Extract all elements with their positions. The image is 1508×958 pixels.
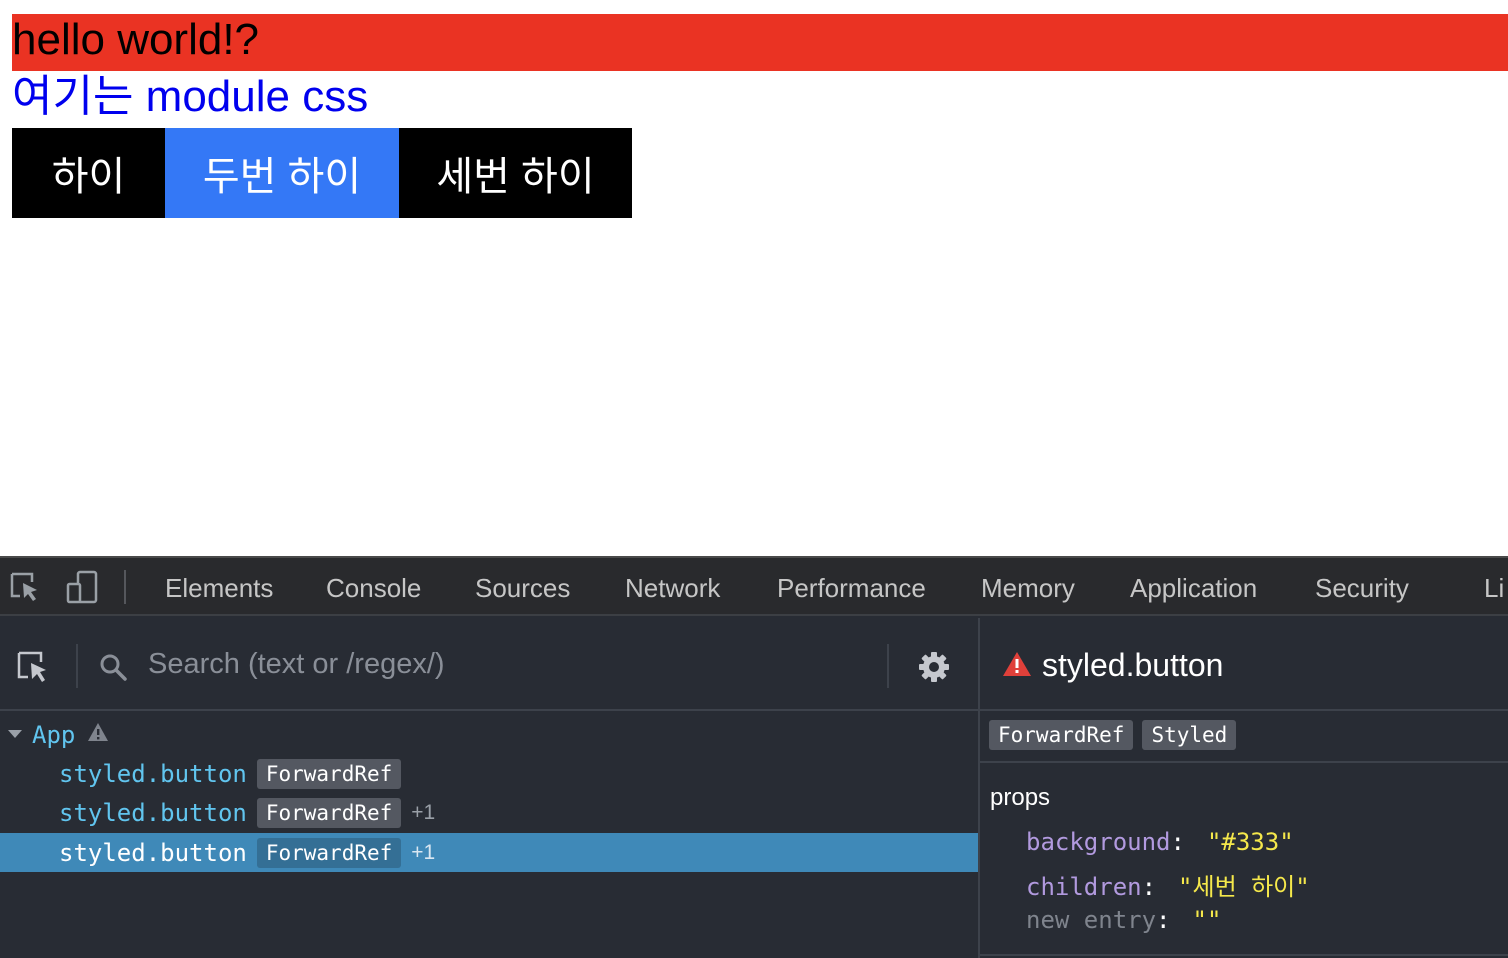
search-icon: [98, 652, 128, 682]
tree-row-app[interactable]: App: [0, 715, 978, 754]
inspect-element-icon[interactable]: [8, 570, 42, 604]
component-name: styled.button: [59, 798, 247, 827]
forwardref-badge: ForwardRef: [989, 720, 1134, 750]
hoc-badge: ForwardRef: [256, 758, 402, 789]
inspector-badges: ForwardRef Styled: [989, 720, 1237, 750]
prop-value[interactable]: "세번 하이": [1178, 873, 1310, 901]
props-section-label: props: [990, 784, 1051, 811]
hi-twice-button[interactable]: 두번 하이: [165, 128, 399, 218]
prop-key: background: [1026, 828, 1171, 856]
tab-security[interactable]: Security: [1315, 558, 1409, 616]
select-component-icon[interactable]: [16, 650, 50, 684]
tab-elements[interactable]: Elements: [165, 558, 273, 616]
inspected-component-title: styled.button: [1042, 647, 1224, 683]
tab-network[interactable]: Network: [625, 558, 720, 616]
component-name: styled.button: [59, 838, 247, 867]
hi-button[interactable]: 하이: [12, 128, 165, 218]
error-warning-icon: [1002, 651, 1032, 682]
component-inspector-panel: styled.button ForwardRef Styled props ba…: [978, 618, 1508, 958]
search-divider: [76, 644, 78, 688]
tab-console[interactable]: Console: [326, 558, 421, 616]
inspector-divider: [980, 761, 1508, 763]
components-tree-panel: Search (text or /regex/) App styled.butt…: [0, 618, 978, 958]
tab-application[interactable]: Application: [1130, 558, 1257, 616]
tab-memory[interactable]: Memory: [981, 558, 1075, 616]
component-search-bar: Search (text or /regex/): [0, 618, 978, 711]
device-toolbar-icon[interactable]: [66, 570, 100, 604]
prop-key: children: [1026, 873, 1142, 901]
more-hocs-count: +1: [411, 800, 436, 824]
tree-row-selected[interactable]: styled.button ForwardRef +1: [0, 833, 978, 872]
hoc-badge: ForwardRef: [256, 837, 402, 868]
new-prop-value[interactable]: "": [1193, 906, 1222, 934]
toolbar-divider: [124, 570, 126, 604]
page-content: hello world!? 여기는 module css 하이 두번 하이 세번…: [0, 0, 1508, 556]
prop-row[interactable]: children: "세번 하이": [1026, 867, 1310, 902]
gear-icon[interactable]: [918, 651, 950, 683]
tab-sources[interactable]: Sources: [475, 558, 570, 616]
inspector-header: styled.button: [980, 618, 1508, 711]
tab-performance[interactable]: Performance: [777, 558, 926, 616]
search-divider-right: [887, 644, 889, 688]
component-name: App: [32, 720, 76, 749]
styled-badge: Styled: [1142, 720, 1237, 750]
prop-value[interactable]: "#333": [1207, 828, 1294, 856]
more-hocs-count: +1: [411, 840, 436, 864]
component-name: styled.button: [59, 759, 247, 788]
module-css-text: 여기는 module css: [12, 72, 369, 121]
prop-row[interactable]: background: "#333": [1026, 828, 1294, 856]
collapse-triangle-icon[interactable]: [8, 726, 22, 744]
button-row: 하이 두번 하이 세번 하이: [12, 128, 632, 218]
warning-icon: [87, 722, 109, 747]
devtools-tab-bar: Elements Console Sources Network Perform…: [0, 558, 1508, 616]
devtools-panel: Elements Console Sources Network Perform…: [0, 556, 1508, 958]
new-prop-row[interactable]: new entry: "": [1026, 906, 1221, 934]
hello-heading: hello world!?: [12, 14, 1508, 71]
hoc-badge: ForwardRef: [256, 797, 402, 828]
search-input[interactable]: Search (text or /regex/): [148, 646, 445, 682]
tab-lighthouse-truncated[interactable]: Li: [1484, 558, 1504, 616]
tree-row[interactable]: styled.button ForwardRef: [0, 754, 978, 793]
tree-row[interactable]: styled.button ForwardRef +1: [0, 793, 978, 832]
new-prop-key[interactable]: new entry: [1026, 906, 1156, 934]
hi-thrice-button[interactable]: 세번 하이: [399, 128, 632, 218]
